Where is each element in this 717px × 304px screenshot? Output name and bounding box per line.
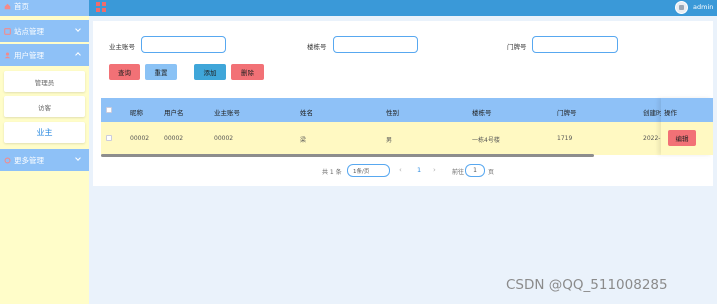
col-operation: 操作 <box>664 109 677 117</box>
col-created[interactable]: 创建时 <box>643 107 663 117</box>
owner-account-label: 业主账号 <box>109 43 135 51</box>
next-page-icon[interactable]: › <box>433 166 436 174</box>
reset-button[interactable]: 重置 <box>145 64 177 80</box>
site-icon <box>4 27 11 35</box>
menu-user-management[interactable]: 用户管理 <box>0 44 89 66</box>
menu-user-label: 用户管理 <box>14 50 44 60</box>
table-header: 昵称 用户名 业主账号 姓名 性别 楼栋号 门牌号 创建时 <box>101 98 705 122</box>
operation-column: 操作 <box>661 98 713 155</box>
cell-username: 00002 <box>164 135 184 142</box>
row-checkbox[interactable] <box>106 135 112 141</box>
door-label: 门牌号 <box>507 43 527 51</box>
menu-home-label: 首页 <box>14 1 29 11</box>
table-row[interactable]: 00002 00002 00002 梁 男 一栋4号楼 1719 2022-1 <box>101 122 705 155</box>
col-nickname[interactable]: 昵称 <box>130 107 143 117</box>
menu-site-management[interactable]: 站点管理 <box>0 20 89 42</box>
cell-gender: 男 <box>386 137 393 144</box>
chevron-down-icon <box>75 26 81 32</box>
menu-more-label: 更多管理 <box>14 155 44 165</box>
page-size-value: 1条/页 <box>353 168 370 175</box>
col-building[interactable]: 楼栋号 <box>472 107 492 117</box>
owner-account-input[interactable] <box>141 36 226 53</box>
cell-door: 1719 <box>557 135 573 142</box>
edit-button[interactable]: 编辑 <box>668 130 696 146</box>
submenu-visitor[interactable]: 访客 <box>4 96 85 117</box>
submenu-admin[interactable]: 管理员 <box>4 71 85 92</box>
home-icon <box>4 3 11 10</box>
pager-total: 共 1 条 <box>322 169 342 176</box>
current-page[interactable]: 1 <box>417 166 421 174</box>
query-button[interactable]: 查询 <box>109 64 140 80</box>
grid-menu-icon[interactable] <box>96 2 106 12</box>
add-button[interactable]: 添加 <box>194 64 226 80</box>
sidebar: 首页 站点管理 用户管理 管理员 访客 业主 更多管理 <box>0 0 89 304</box>
select-all-checkbox[interactable] <box>106 107 112 113</box>
avatar[interactable] <box>675 1 688 14</box>
col-username[interactable]: 用户名 <box>164 107 184 117</box>
cell-owner-account: 00002 <box>214 135 234 142</box>
building-input[interactable] <box>333 36 418 53</box>
building-label: 楼栋号 <box>307 43 327 51</box>
col-name[interactable]: 姓名 <box>300 107 313 117</box>
door-input[interactable] <box>532 36 618 53</box>
cell-building: 一栋4号楼 <box>472 137 500 144</box>
prev-page-icon[interactable]: ‹ <box>399 166 402 174</box>
main-panel: 业主账号 楼栋号 门牌号 查询 重置 添加 删除 昵称 用户名 业主账号 姓名 … <box>93 21 713 186</box>
watermark: CSDN @QQ_511008285 <box>506 277 668 293</box>
user-icon <box>4 52 11 59</box>
page-size-select[interactable]: 1条/页 <box>347 164 390 177</box>
page-suffix: 页 <box>488 169 495 176</box>
menu-home[interactable]: 首页 <box>0 0 89 16</box>
submenu-owner[interactable]: 业主 <box>4 122 85 143</box>
col-gender[interactable]: 性别 <box>386 107 399 117</box>
cell-name: 梁 <box>300 137 307 144</box>
goto-page-input[interactable]: 1 <box>465 164 485 177</box>
menu-more-management[interactable]: 更多管理 <box>0 149 89 171</box>
cell-nickname: 00002 <box>130 135 150 142</box>
delete-button[interactable]: 删除 <box>231 64 264 80</box>
col-door[interactable]: 门牌号 <box>557 107 577 117</box>
horizontal-scrollbar[interactable] <box>101 154 594 157</box>
menu-site-label: 站点管理 <box>14 26 44 36</box>
admin-username[interactable]: admin <box>693 3 713 11</box>
col-owner-account[interactable]: 业主账号 <box>214 107 240 117</box>
operation-header-cell: 操作 <box>661 98 713 122</box>
chevron-down-icon <box>75 155 81 161</box>
top-bar: admin <box>89 0 717 16</box>
chevron-up-icon <box>75 52 81 58</box>
goto-label: 前往 <box>452 169 465 176</box>
more-icon <box>4 157 11 164</box>
